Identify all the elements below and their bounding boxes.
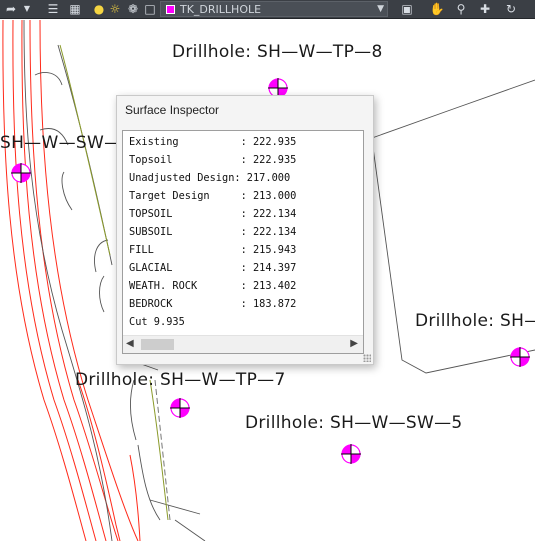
layer-color-swatch <box>166 5 175 14</box>
inspector-row-subsoil: SUBSOIL : 222.134 <box>129 226 297 238</box>
inspector-row-topsoil-layer: TOPSOIL : 222.134 <box>129 208 297 220</box>
drillhole-marker-sw-left[interactable] <box>9 161 33 185</box>
dropdown-icon[interactable]: ▼ <box>22 1 32 17</box>
drillhole-label-right: Drillhole: SH— <box>415 311 535 331</box>
drillhole-marker-sw5[interactable] <box>339 442 363 466</box>
inspector-row-topsoil: Topsoil : 222.935 <box>129 154 297 166</box>
inspector-title: Surface Inspector <box>125 103 220 117</box>
drillhole-label-sw5: Drillhole: SH—W—SW—5 <box>245 413 463 433</box>
inspector-row-weath-rock: WEATH. ROCK : 213.402 <box>129 280 297 292</box>
freeze-icon[interactable]: ❁ <box>126 1 140 17</box>
drillhole-label-sw-left: SH—W—SW— <box>0 133 122 153</box>
inspector-row-cut: Cut 9.935 <box>129 316 185 328</box>
zoom-extents-icon[interactable]: ✚ <box>476 1 494 17</box>
inspector-row-target-design: Target Design : 213.000 <box>129 190 297 202</box>
lock-icon[interactable]: □ <box>143 1 157 17</box>
orbit-icon[interactable]: ↻ <box>502 1 520 17</box>
inspector-row-bedrock: BEDROCK : 183.872 <box>129 298 297 310</box>
sun-icon[interactable]: ☼ <box>108 1 122 17</box>
arrow-icon[interactable]: ➦ <box>2 1 20 17</box>
surface-inspector-window[interactable]: Surface Inspector Existing : 222.935 Top… <box>116 95 374 365</box>
scroll-left-arrow-icon[interactable]: ◀ <box>126 337 134 351</box>
inspector-row-glacial: GLACIAL : 214.397 <box>129 262 297 274</box>
pan-hand-icon[interactable]: ✋ <box>428 1 446 17</box>
zoom-window-icon[interactable]: ⚲ <box>452 1 470 17</box>
drillhole-marker-tp7[interactable] <box>168 396 192 420</box>
drillhole-label-tp7: Drillhole: SH—W—TP—7 <box>75 370 286 390</box>
scroll-right-arrow-icon[interactable]: ▶ <box>350 337 358 351</box>
inspector-row-unadjusted-design: Unadjusted Design: 217.000 <box>129 172 291 184</box>
layer-name: TK_DRILLHOLE <box>180 3 262 16</box>
inspector-content[interactable]: Existing : 222.935 Topsoil : 222.935 Una… <box>122 130 364 354</box>
inspector-row-fill: FILL : 215.943 <box>129 244 297 256</box>
resize-grip-icon[interactable] <box>363 354 371 362</box>
lightbulb-icon[interactable]: ● <box>92 1 106 17</box>
drillhole-marker-right[interactable] <box>508 345 532 369</box>
drillhole-label-tp8: Drillhole: SH—W—TP—8 <box>172 42 383 62</box>
inspector-row-existing: Existing : 222.935 <box>129 136 297 148</box>
inspector-values: Existing : 222.935 Topsoil : 222.935 Una… <box>129 133 296 331</box>
layer-dropdown[interactable]: TK_DRILLHOLE ▼ <box>160 1 388 17</box>
layer-icon[interactable]: ▣ <box>398 1 416 17</box>
horizontal-scrollbar[interactable]: ◀ ▶ <box>123 335 363 353</box>
layer-list-icon[interactable]: ▦ <box>66 1 84 17</box>
scroll-thumb[interactable] <box>141 339 174 350</box>
chevron-down-icon: ▼ <box>377 4 384 14</box>
toolbar: ➦ ▼ ☰ ▦ ● ☼ ❁ □ TK_DRILLHOLE ▼ ▣ ✋ ⚲ ✚ ↻ <box>0 0 535 19</box>
layer-properties-icon[interactable]: ☰ <box>44 1 62 17</box>
